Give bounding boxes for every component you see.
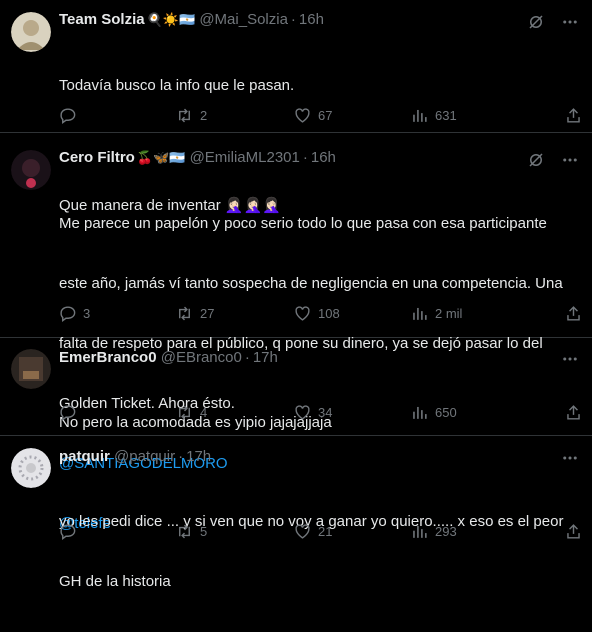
like-button[interactable]: 34 bbox=[293, 403, 332, 422]
text-line: Me parece un papelón y poco serio todo l… bbox=[59, 215, 547, 232]
separator-dot: · bbox=[302, 149, 308, 166]
retweet-icon bbox=[179, 306, 190, 321]
like-button[interactable]: 67 bbox=[293, 106, 332, 125]
share-button[interactable] bbox=[564, 403, 583, 422]
retweet-count: 2 bbox=[200, 108, 208, 123]
retweet-button[interactable]: 5 bbox=[175, 522, 207, 541]
retweet-count: 27 bbox=[200, 306, 215, 321]
views-button[interactable]: 631 bbox=[410, 106, 457, 125]
reply-icon bbox=[60, 405, 76, 422]
views-count: 631 bbox=[435, 108, 457, 123]
text-line: este año, jamás ví tanto sospecha de neg… bbox=[59, 275, 563, 292]
reply-button[interactable] bbox=[58, 106, 83, 125]
views-count: 293 bbox=[435, 524, 457, 539]
action-bar: 2 67 631 bbox=[52, 106, 582, 126]
tweet-4[interactable]: patquir @patquir · 17h yo les pedi dice ..… bbox=[0, 436, 592, 590]
name-emoji: 🍳☀️🇦🇷 bbox=[146, 12, 196, 27]
views-button[interactable]: 2 mil bbox=[410, 304, 462, 323]
timestamp[interactable]: 16h bbox=[299, 11, 324, 28]
reply-icon bbox=[60, 524, 76, 541]
views-icon bbox=[413, 307, 427, 320]
timestamp[interactable]: 16h bbox=[311, 149, 336, 166]
tweet-text: yo les pedi dice ... y si ven que no voy… bbox=[59, 472, 579, 632]
share-icon bbox=[567, 405, 580, 420]
retweet-button[interactable]: 2 bbox=[175, 106, 207, 125]
display-name[interactable]: Team Solzia bbox=[59, 11, 145, 28]
action-bar: 4 34 650 bbox=[52, 403, 582, 423]
avatar[interactable] bbox=[11, 150, 51, 190]
more-icon[interactable] bbox=[560, 150, 580, 170]
timestamp[interactable]: 17h bbox=[253, 349, 278, 366]
reply-icon bbox=[60, 108, 76, 125]
avatar[interactable] bbox=[11, 12, 51, 52]
more-icon[interactable] bbox=[560, 448, 580, 468]
grok-icon[interactable] bbox=[526, 12, 546, 32]
tweet-1[interactable]: Team Solzia 🍳☀️🇦🇷 @Mai_Solzia · 16h Todavía… bbox=[0, 0, 592, 214]
tweet-3[interactable]: EmerBranco0 @EBranco0 · 17h No pero la aco… bbox=[0, 338, 592, 436]
like-count: 67 bbox=[318, 108, 333, 123]
reply-icon bbox=[60, 306, 76, 323]
text-line: GH de la historia bbox=[59, 573, 171, 590]
like-icon bbox=[295, 306, 310, 321]
reply-button[interactable]: 3 bbox=[58, 304, 90, 323]
tweet-2[interactable]: Cero Filtro 🍒🦋🇦🇷 @EmiliaML2301 · 16h Me par… bbox=[0, 133, 592, 532]
text-line: Todavía busco la info que le pasan. bbox=[59, 77, 295, 94]
tweet-header: Cero Filtro 🍒🦋🇦🇷 @EmiliaML2301 · 16h bbox=[59, 148, 336, 168]
display-name[interactable]: patquir bbox=[59, 448, 110, 465]
share-icon bbox=[567, 306, 580, 321]
name-emoji: 🍒🦋🇦🇷 bbox=[136, 150, 186, 165]
reply-button[interactable] bbox=[58, 522, 83, 541]
user-handle[interactable]: @patquir bbox=[114, 448, 175, 465]
share-icon bbox=[567, 524, 580, 539]
tweet-header: EmerBranco0 @EBranco0 · 17h bbox=[59, 348, 278, 368]
retweet-count: 5 bbox=[200, 524, 208, 539]
separator-dot: · bbox=[290, 11, 296, 28]
retweet-button[interactable]: 4 bbox=[175, 403, 207, 422]
retweet-icon bbox=[179, 524, 190, 539]
user-handle[interactable]: @EmiliaML2301 bbox=[190, 149, 300, 166]
reply-count: 3 bbox=[83, 306, 91, 321]
user-handle[interactable]: @EBranco0 bbox=[161, 349, 242, 366]
retweet-button[interactable]: 27 bbox=[175, 304, 214, 323]
retweet-icon bbox=[179, 108, 190, 123]
views-icon bbox=[413, 406, 427, 419]
user-handle[interactable]: @Mai_Solzia bbox=[199, 11, 288, 28]
like-button[interactable]: 108 bbox=[293, 304, 340, 323]
like-icon bbox=[295, 108, 310, 123]
share-button[interactable] bbox=[564, 522, 583, 541]
timestamp[interactable]: 17h bbox=[186, 448, 211, 465]
action-bar: 5 21 293 bbox=[52, 522, 582, 542]
display-name[interactable]: EmerBranco0 bbox=[59, 349, 157, 366]
reply-button[interactable] bbox=[58, 403, 83, 422]
more-icon[interactable] bbox=[560, 349, 580, 369]
views-icon bbox=[413, 109, 427, 122]
share-icon bbox=[567, 108, 580, 123]
avatar[interactable] bbox=[11, 448, 51, 488]
views-count: 650 bbox=[435, 405, 457, 420]
separator-dot: · bbox=[244, 349, 250, 366]
action-bar: 3 27 108 2 mil bbox=[52, 304, 582, 324]
separator-dot: · bbox=[178, 448, 184, 465]
views-button[interactable]: 293 bbox=[410, 522, 457, 541]
like-icon bbox=[295, 405, 310, 420]
like-count: 21 bbox=[318, 524, 333, 539]
retweet-icon bbox=[179, 405, 190, 420]
more-icon[interactable] bbox=[560, 12, 580, 32]
grok-icon[interactable] bbox=[526, 150, 546, 170]
tweet-header: patquir @patquir · 17h bbox=[59, 447, 211, 467]
share-button[interactable] bbox=[564, 304, 583, 323]
display-name[interactable]: Cero Filtro bbox=[59, 149, 135, 166]
share-button[interactable] bbox=[564, 106, 583, 125]
like-count: 34 bbox=[318, 405, 333, 420]
like-count: 108 bbox=[318, 306, 340, 321]
views-count: 2 mil bbox=[435, 306, 463, 321]
like-icon bbox=[295, 524, 310, 539]
retweet-count: 4 bbox=[200, 405, 208, 420]
tweet-header: Team Solzia 🍳☀️🇦🇷 @Mai_Solzia · 16h bbox=[59, 10, 324, 30]
like-button[interactable]: 21 bbox=[293, 522, 332, 541]
views-icon bbox=[413, 525, 427, 538]
views-button[interactable]: 650 bbox=[410, 403, 457, 422]
avatar[interactable] bbox=[11, 349, 51, 389]
